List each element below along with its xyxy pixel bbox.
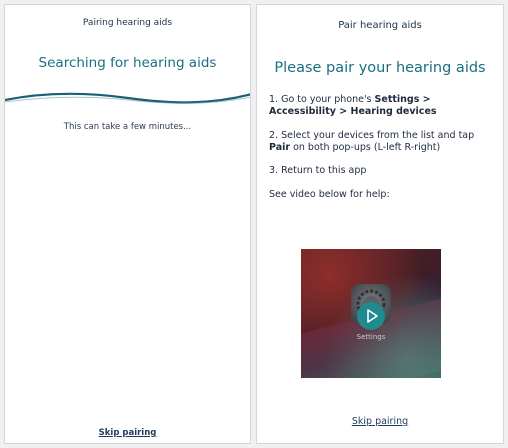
nav-title: Pair hearing aids: [338, 20, 422, 31]
pairing-instructions: 1. Go to your phone's Settings > Accessi…: [269, 94, 495, 212]
nav-title: Pairing hearing aids: [82, 18, 173, 28]
step-1: 1. Go to your phone's Settings > Accessi…: [269, 94, 495, 119]
step-1-text: 1. Go to your phone's: [269, 94, 375, 105]
help-video[interactable]: Settings: [301, 249, 441, 378]
searching-wave-animation: [5, 92, 250, 104]
page-heading: Searching for hearing aids: [38, 55, 217, 71]
video-app-label: Settings: [356, 333, 386, 341]
step-2-pair-word: Pair: [269, 142, 291, 154]
step-2-suffix: on both pop-ups (L-left R-right): [290, 142, 441, 154]
step-2: 2. Select your devices from the list and…: [269, 130, 495, 155]
step-3: 3. Return to this app: [269, 165, 367, 177]
skip-pairing-link[interactable]: Skip pairing: [257, 416, 503, 427]
skip-pairing-link[interactable]: Skip pairing: [5, 428, 250, 438]
page-heading: Please pair your hearing aids: [274, 60, 486, 76]
pair-instructions-screen: Pair hearing aids Please pair your heari…: [256, 4, 504, 444]
searching-screen: Pairing hearing aids Searching for heari…: [4, 4, 251, 444]
play-icon[interactable]: [357, 302, 385, 330]
video-help-text: See video below for help:: [269, 188, 390, 200]
step-2-text: 2. Select your devices from the list and…: [269, 129, 475, 141]
wait-message: This can take a few minutes...: [63, 122, 192, 132]
